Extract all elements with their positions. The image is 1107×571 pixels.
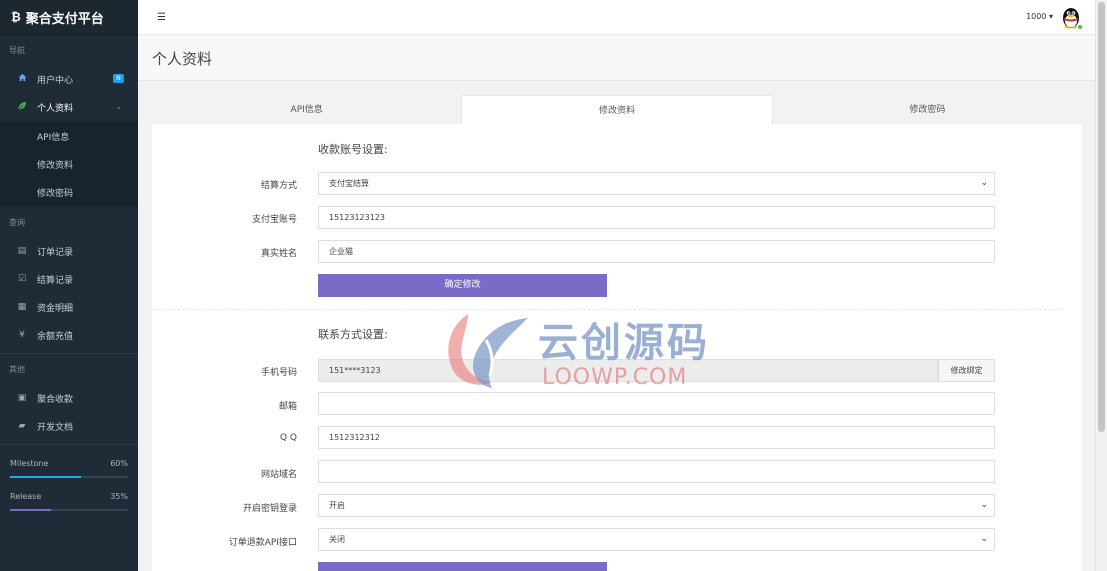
- section-label-query: 查询: [9, 217, 25, 227]
- progress-percent: 35%: [110, 492, 128, 501]
- website-input[interactable]: [318, 460, 995, 483]
- progress-track: [10, 476, 128, 478]
- sidebar-subitem-change-password[interactable]: 修改密码: [0, 178, 138, 206]
- tab-edit-profile[interactable]: 修改资料: [461, 95, 773, 125]
- contact-section-title: 联系方式设置:: [318, 328, 388, 341]
- confirm-payout-button[interactable]: 确定修改: [318, 274, 607, 297]
- settlement-method-select[interactable]: 支付宝结算 ⌄: [318, 172, 995, 195]
- watermark: 云创源码 LOOWP.COM: [440, 310, 740, 392]
- refund-api-label: 订单退款API接口: [228, 538, 297, 548]
- qq-input[interactable]: 1512312312: [318, 426, 995, 449]
- book-icon: ▰: [18, 421, 26, 431]
- sidebar-item-label: 聚合收款: [37, 394, 74, 405]
- list-icon: ▤: [17, 246, 27, 256]
- new-badge: N: [113, 74, 124, 83]
- progress-release: Release 35%: [0, 492, 138, 511]
- profile-tabs: API信息 修改资料 修改密码: [152, 95, 1082, 125]
- watermark-logo-icon: [448, 314, 528, 388]
- sidebar-divider: [0, 444, 138, 445]
- progress-percent: 60%: [110, 459, 128, 468]
- real-name-input[interactable]: 企业猫: [318, 240, 995, 263]
- tab-change-password[interactable]: 修改密码: [773, 95, 1082, 125]
- progress-label: Release: [10, 492, 42, 501]
- leaf-icon: [15, 101, 29, 114]
- progress-track: [10, 509, 128, 511]
- sidebar-item-recharge[interactable]: ¥ 余额充值: [0, 321, 138, 349]
- sidebar-subitem-api-info[interactable]: API信息: [0, 122, 138, 150]
- phone-label: 手机号码: [260, 368, 297, 378]
- sidebar-item-user-center[interactable]: 用户中心 N: [0, 65, 138, 93]
- qrcode-icon: ▣: [17, 393, 27, 403]
- sidebar: ₿ 聚合支付平台 导航 用户中心 N 个人资料 ⌄ API信息 修改资料 修改密…: [0, 0, 138, 571]
- yen-icon: ¥: [19, 330, 25, 340]
- sidebar-item-settlements[interactable]: ☑ 结算记录: [0, 265, 138, 293]
- sidebar-item-aggregate-pay[interactable]: ▣ 聚合收款: [0, 384, 138, 412]
- website-label: 网站域名: [260, 470, 297, 480]
- key-login-label: 开启密钥登录: [242, 504, 297, 514]
- qq-label: Q Q: [279, 433, 297, 443]
- tab-api-info[interactable]: API信息: [152, 95, 461, 125]
- sidebar-item-label: 订单记录: [37, 247, 74, 258]
- watermark-text-cn: 云创源码: [538, 320, 710, 366]
- key-login-select[interactable]: 开启 ⌄: [318, 494, 995, 517]
- select-value: 开启: [329, 501, 345, 510]
- home-icon: [15, 73, 29, 85]
- brand-title: 聚合支付平台: [25, 11, 104, 27]
- sidebar-item-label: 余额充值: [37, 331, 74, 342]
- progress-fill: [10, 476, 81, 478]
- watermark-text-en: LOOWP.COM: [542, 365, 688, 390]
- sidebar-item-orders[interactable]: ▤ 订单记录: [0, 237, 138, 265]
- sidebar-subitem-edit-profile[interactable]: 修改资料: [0, 150, 138, 178]
- page-header: 个人资料: [138, 36, 1095, 81]
- sidebar-item-label: 开发文档: [37, 422, 74, 433]
- section-label-other: 其他: [9, 364, 25, 374]
- settlement-method-label: 结算方式: [260, 181, 297, 191]
- sidebar-item-dev-docs[interactable]: ▰ 开发文档: [0, 412, 138, 440]
- change-binding-button[interactable]: 修改绑定: [938, 359, 995, 382]
- page-title: 个人资料: [152, 50, 213, 68]
- email-label: 邮箱: [278, 402, 297, 412]
- alipay-account-label: 支付宝账号: [251, 215, 297, 225]
- menu-toggle-icon[interactable]: ☰: [157, 12, 166, 23]
- chevron-down-icon: ⌄: [116, 103, 122, 111]
- select-value: 关闭: [329, 535, 345, 544]
- user-dropdown[interactable]: 1000 ▾: [1026, 12, 1053, 21]
- page-scrollbar[interactable]: [1095, 0, 1107, 571]
- sidebar-item-label: 个人资料: [37, 103, 74, 114]
- bitcoin-logo-icon: ₿: [11, 10, 21, 24]
- section-label-nav: 导航: [9, 45, 25, 55]
- chevron-down-icon: ⌄: [980, 178, 988, 188]
- refund-api-select[interactable]: 关闭 ⌄: [318, 528, 995, 551]
- brand[interactable]: ₿ 聚合支付平台: [0, 0, 138, 35]
- sidebar-item-funds[interactable]: ▦ 资金明细: [0, 293, 138, 321]
- progress-fill: [10, 509, 52, 511]
- sidebar-item-label: 结算记录: [37, 275, 74, 286]
- checkbox-icon: ☑: [17, 274, 27, 284]
- alipay-account-input[interactable]: 15123123123: [318, 206, 995, 229]
- sidebar-item-label: 用户中心: [37, 75, 74, 86]
- top-bar: ☰ 1000 ▾: [138, 0, 1095, 35]
- calendar-icon: ▦: [17, 302, 27, 312]
- scrollbar-thumb[interactable]: [1098, 2, 1105, 432]
- progress-milestone: Milestone 60%: [0, 459, 138, 478]
- payout-section-title: 收款账号设置:: [318, 143, 388, 156]
- chevron-down-icon: ⌄: [980, 500, 988, 510]
- email-input[interactable]: [318, 392, 995, 415]
- progress-label: Milestone: [10, 459, 49, 468]
- sidebar-item-profile[interactable]: 个人资料 ⌄: [0, 93, 138, 121]
- select-value: 支付宝结算: [329, 179, 369, 188]
- real-name-label: 真实姓名: [260, 249, 297, 259]
- chevron-down-icon: ⌄: [980, 534, 988, 544]
- confirm-contact-button[interactable]: [318, 562, 607, 571]
- profile-submenu: API信息 修改资料 修改密码: [0, 121, 138, 207]
- sidebar-item-label: 资金明细: [37, 303, 74, 314]
- online-status-dot: [1077, 24, 1083, 30]
